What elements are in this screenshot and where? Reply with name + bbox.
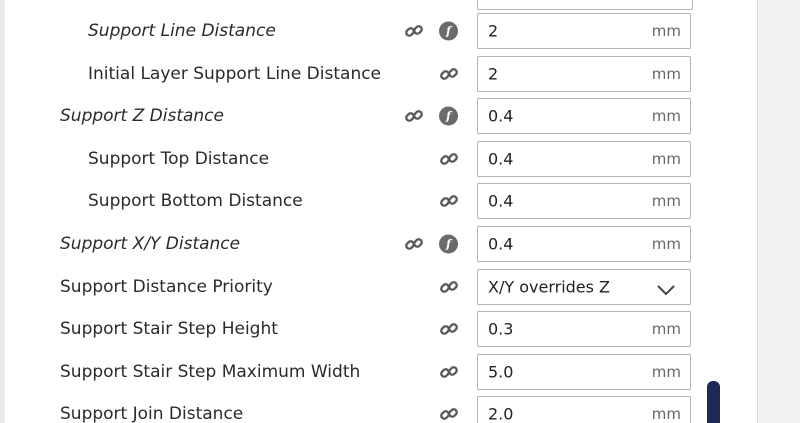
side-panel [757, 0, 800, 423]
unit-label: mm [651, 107, 681, 126]
link-icon[interactable] [403, 20, 425, 42]
unit-label: mm [651, 320, 681, 339]
setting-input[interactable]: 0.4 mm [477, 98, 691, 135]
setting-value: 0.3 [488, 319, 514, 339]
setting-value: 2 [488, 21, 499, 41]
setting-label: Support Line Distance [88, 21, 276, 41]
setting-row: Support Stair Step Maximum Width 5.0 mm [5, 351, 705, 393]
unit-label: mm [651, 22, 681, 40]
setting-value: X/Y overrides Z [488, 277, 611, 297]
setting-label: Support Bottom Distance [88, 191, 303, 212]
link-icon[interactable] [403, 233, 425, 255]
setting-row: Support Distance Priority X/Y overrides Z [5, 266, 705, 308]
setting-value: 0.4 [488, 106, 514, 126]
link-icon[interactable] [403, 105, 425, 127]
setting-input[interactable]: 2 mm [477, 13, 691, 49]
setting-input[interactable]: 5.0 mm [477, 353, 691, 390]
unit-label: mm [651, 362, 681, 381]
setting-row: Support Bottom Distance 0.4 mm [5, 180, 705, 222]
unit-label: mm [651, 64, 681, 83]
scrollbar-thumb[interactable] [707, 381, 720, 423]
setting-input[interactable]: 0.4 mm [477, 226, 691, 262]
link-icon[interactable] [438, 403, 460, 423]
setting-input[interactable]: 0.4 mm [477, 140, 691, 177]
function-icon[interactable]: f [439, 106, 458, 126]
setting-value: 2 [488, 64, 499, 84]
setting-value: 0.4 [488, 234, 514, 254]
setting-label: Initial Layer Support Line Distance [88, 63, 382, 84]
setting-value: 5.0 [488, 362, 514, 382]
unit-label: mm [651, 149, 681, 168]
link-icon[interactable] [438, 276, 460, 298]
setting-label: Support Z Distance [60, 106, 224, 127]
setting-value: 0.4 [488, 149, 514, 169]
setting-label: Support Top Distance [88, 148, 270, 169]
setting-row: Support Join Distance 2.0 mm [5, 393, 705, 423]
previous-field-input[interactable] [477, 0, 693, 10]
setting-row: Support X/Y Distance f 0.4 mm [5, 223, 705, 265]
setting-row: Support Line Distance f 2 mm [5, 10, 705, 52]
setting-row: Support Stair Step Height 0.3 mm [5, 308, 705, 350]
setting-input[interactable]: 2.0 mm [477, 396, 691, 423]
setting-label: Support Stair Step Height [60, 319, 278, 340]
unit-label: mm [651, 235, 681, 253]
setting-value: 2.0 [488, 404, 514, 423]
setting-row: Support Z Distance f 0.4 mm [5, 95, 705, 137]
setting-label: Support Distance Priority [60, 276, 273, 297]
link-icon[interactable] [438, 190, 460, 212]
link-icon[interactable] [438, 63, 460, 85]
setting-row: Initial Layer Support Line Distance 2 mm [5, 53, 705, 95]
chevron-down-icon[interactable] [656, 281, 676, 296]
link-icon[interactable] [438, 361, 460, 383]
setting-label: Support Join Distance [60, 404, 244, 423]
settings-panel: Support Line Distance f 2 mm Initial Layer S… [0, 0, 800, 423]
function-icon[interactable]: f [439, 21, 458, 41]
unit-label: mm [651, 405, 681, 423]
link-icon[interactable] [438, 318, 460, 340]
setting-dropdown[interactable]: X/Y overrides Z [477, 268, 691, 305]
setting-input[interactable]: 2 mm [477, 55, 691, 92]
setting-input[interactable]: 0.3 mm [477, 311, 691, 348]
function-icon[interactable]: f [439, 234, 458, 254]
unit-label: mm [651, 192, 681, 211]
setting-value: 0.4 [488, 191, 514, 211]
setting-row: Support Top Distance 0.4 mm [5, 138, 705, 180]
setting-label: Support X/Y Distance [60, 234, 241, 254]
setting-input[interactable]: 0.4 mm [477, 183, 691, 220]
setting-label: Support Stair Step Maximum Width [60, 361, 361, 382]
link-icon[interactable] [438, 148, 460, 170]
